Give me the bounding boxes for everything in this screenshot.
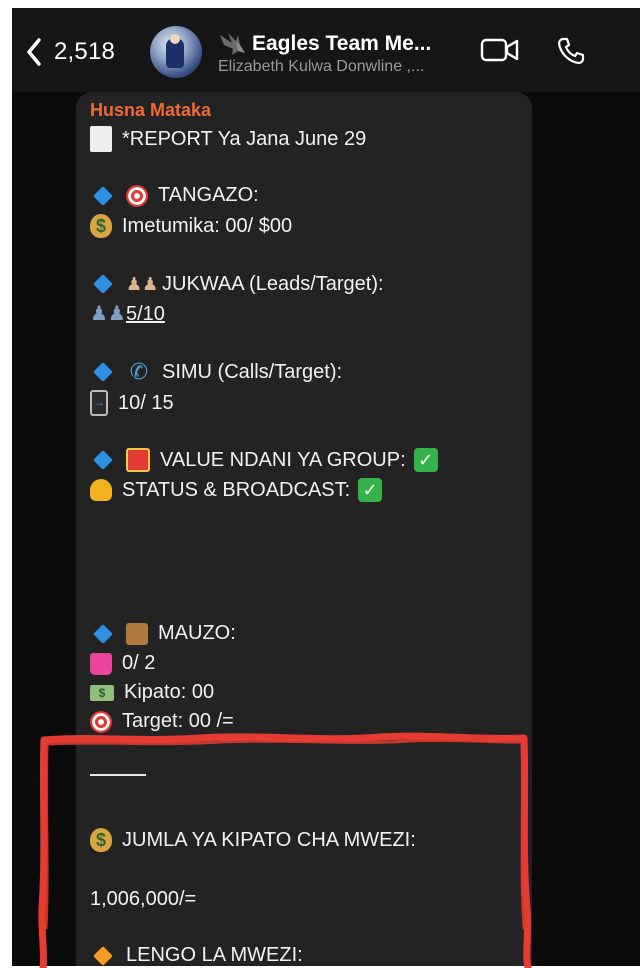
- gift-icon: [126, 448, 150, 472]
- chat-header: 2,518 Eagles Team Me... Elizabeth Kulwa …: [12, 8, 640, 92]
- chat-area[interactable]: Husna Mataka *REPORT Ya Jana June 29 TAN…: [12, 92, 640, 966]
- blue-diamond-icon: [93, 185, 113, 206]
- check-mark-icon: ✓: [358, 478, 383, 502]
- chat-title-area[interactable]: Eagles Team Me... Elizabeth Kulwa Donwli…: [218, 30, 478, 76]
- chevron-left-icon: [27, 38, 41, 66]
- app-window: 2,518 Eagles Team Me... Elizabeth Kulwa …: [12, 8, 640, 966]
- bell-icon: [90, 479, 112, 501]
- video-call-icon[interactable]: [480, 36, 520, 64]
- message-line: VALUE NDANI YA GROUP: ✓: [90, 448, 438, 472]
- group-avatar[interactable]: [150, 26, 202, 78]
- eagle-icon: [220, 33, 245, 55]
- target-icon: [90, 710, 112, 733]
- message-line: LENGO LA MWEZI:: [90, 944, 303, 966]
- message-line: 1,006,000/=: [90, 888, 197, 910]
- target-icon: [126, 184, 148, 207]
- chat-subtitle: Elizabeth Kulwa Donwline ,...: [218, 58, 425, 75]
- back-button[interactable]: 2,518: [26, 32, 115, 72]
- mobile-phone-arrow-icon: →: [90, 390, 108, 416]
- unread-count: 2,518: [54, 38, 116, 65]
- receipt-icon: [90, 126, 112, 152]
- message-line: $ Imetumika: 00/ $00: [90, 214, 292, 238]
- package-icon: [126, 622, 148, 645]
- divider-line: [90, 774, 146, 776]
- shopping-bags-icon: [90, 652, 112, 675]
- blue-diamond-icon: [93, 623, 113, 644]
- message-line: ♟♟ JUKWAA (Leads/Target):: [90, 272, 384, 296]
- sender-name[interactable]: Husna Mataka: [90, 100, 211, 121]
- people-holding-hands-icon: ♟♟: [126, 274, 159, 294]
- check-mark-icon: ✓: [413, 448, 438, 472]
- message-line: TANGAZO:: [90, 184, 259, 207]
- busts-icon: ♟♟: [90, 303, 126, 325]
- message-line: STATUS & BROADCAST: ✓: [90, 478, 383, 502]
- money-bag-icon: $: [90, 828, 112, 852]
- message-line: → 10/ 15: [90, 390, 174, 416]
- message-line: Target: 00 /=: [90, 710, 234, 733]
- message-line: $ JUMLA YA KIPATO CHA MWEZI:: [90, 828, 416, 852]
- message-line: 0/ 2: [90, 652, 155, 675]
- blue-diamond-icon: [93, 362, 113, 382]
- message-line: ✆ SIMU (Calls/Target):: [90, 360, 342, 384]
- message-line: *REPORT Ya Jana June 29: [90, 126, 366, 152]
- telephone-receiver-icon: ✆: [129, 359, 149, 384]
- orange-diamond-icon: [93, 945, 113, 966]
- blue-diamond-icon: [93, 274, 113, 294]
- dollar-banknote-icon: $: [90, 684, 114, 701]
- blue-diamond-icon: [93, 450, 113, 470]
- message-line: MAUZO:: [90, 622, 236, 645]
- message-line: ♟♟ 5/10: [90, 302, 165, 326]
- message-line: $ Kipato: 00: [90, 681, 214, 704]
- money-bag-icon: $: [90, 214, 112, 238]
- chat-title: Eagles Team Me...: [252, 32, 432, 55]
- phone-call-icon[interactable]: [556, 36, 586, 66]
